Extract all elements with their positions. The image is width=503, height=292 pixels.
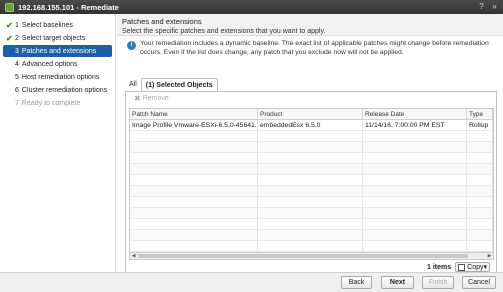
empty-row [130, 164, 493, 175]
dynamic-baseline-notice: i Your remediation includes a dynamic ba… [127, 40, 497, 57]
step-number: 5 [15, 73, 19, 81]
step-number: 3 [15, 47, 19, 55]
notice-text: Your remediation includes a dynamic base… [140, 40, 489, 56]
finish-button: Finish [422, 276, 454, 289]
grid-header: Patch Name Product Release Date Type [130, 109, 493, 120]
title-bar: 192.168.155.101 - Remediate ? » [0, 0, 503, 14]
step-label: Advanced options [21, 60, 78, 68]
scroll-right-icon[interactable]: ▶ [486, 253, 493, 259]
cancel-button[interactable]: Cancel [462, 276, 496, 289]
back-button[interactable]: Back [341, 276, 372, 289]
copy-label: Copy [467, 263, 484, 271]
remove-button[interactable]: Remove [143, 95, 169, 102]
empty-row [130, 208, 493, 219]
wizard-steps: ✔ 1 Select baselines ✔ 2 Select target o… [0, 14, 116, 272]
checkmark-icon: ✔ [6, 33, 13, 43]
step-ready-to-complete: 7 Ready to complete [3, 97, 112, 109]
step-advanced-options[interactable]: 4 Advanced options [3, 58, 112, 70]
step-label: Select target objects [21, 34, 86, 42]
content-header: Patches and extensions Select the specif… [117, 14, 503, 36]
column-header-type[interactable]: Type [467, 109, 493, 119]
checkmark-icon: ✔ [6, 20, 13, 30]
main-content: Patches and extensions Select the specif… [117, 14, 503, 276]
expand-icon[interactable]: » [490, 2, 499, 11]
patch-grid: Patch Name Product Release Date Type Ima… [129, 108, 494, 260]
window-title: 192.168.155.101 - Remediate [18, 2, 119, 12]
cell-type: Rollup [467, 120, 493, 130]
grid-toolbar: ✖ Remove [126, 92, 496, 105]
step-host-remediation-options[interactable]: 5 Host remediation options [3, 71, 112, 83]
page-title: Patches and extensions [122, 17, 202, 26]
tab-selected-objects[interactable]: (1) Selected Objects [140, 78, 218, 91]
step-label: Ready to complete [21, 99, 81, 107]
step-select-baselines[interactable]: ✔ 1 Select baselines [3, 19, 112, 31]
step-number: 6 [15, 86, 19, 94]
empty-row [130, 186, 493, 197]
step-number: 4 [15, 60, 19, 68]
copy-button[interactable]: Copy ▾ [455, 262, 490, 272]
horizontal-scrollbar[interactable]: ◀ ▶ [130, 252, 493, 259]
column-header-product[interactable]: Product [258, 109, 363, 119]
wizard-footer: Back Next Finish Cancel [0, 272, 503, 292]
chevron-down-icon: ▾ [483, 264, 487, 271]
step-select-target-objects[interactable]: ✔ 2 Select target objects [3, 32, 112, 44]
info-icon: i [127, 41, 136, 50]
step-number: 2 [15, 34, 19, 42]
empty-row [130, 175, 493, 186]
step-label: Cluster remediation options [21, 86, 108, 94]
empty-row [130, 241, 493, 252]
step-patches-and-extensions[interactable]: 3 Patches and extensions [3, 45, 112, 57]
tab-bar: All (1) Selected Objects [125, 78, 218, 91]
empty-row [130, 230, 493, 241]
step-label: Host remediation options [21, 73, 100, 81]
grid-status: 1 items Copy ▾ [427, 262, 490, 272]
help-icon[interactable]: ? [477, 2, 486, 11]
column-header-release-date[interactable]: Release Date [363, 109, 467, 119]
table-row[interactable]: Image Profile Vmware-ESXi-6.5.0-45641...… [130, 120, 493, 131]
cell-release-date: 11/14/16, 7:00:00 PM EST [363, 120, 467, 130]
scrollbar-thumb[interactable] [138, 254, 468, 258]
patch-panel: ✖ Remove Patch Name Product Release Date… [125, 91, 497, 276]
scroll-left-icon[interactable]: ◀ [130, 253, 137, 259]
column-header-patch-name[interactable]: Patch Name [130, 109, 258, 119]
window-controls: ? » [477, 2, 499, 11]
copy-icon [458, 263, 466, 271]
cell-patch-name: Image Profile Vmware-ESXi-6.5.0-45641... [132, 120, 258, 130]
app-icon [5, 2, 14, 12]
empty-row [130, 219, 493, 230]
step-number: 7 [15, 99, 19, 107]
step-label: Patches and extensions [21, 47, 97, 55]
item-count: 1 items [427, 263, 452, 271]
step-label: Select baselines [21, 21, 73, 29]
tab-all[interactable]: All [125, 78, 141, 91]
empty-row [130, 153, 493, 164]
cell-product: embeddedEsx 6.5.0 [258, 120, 363, 130]
page-subtitle: Select the specific patches and extensio… [122, 28, 326, 35]
step-cluster-remediation-options[interactable]: 6 Cluster remediation options [3, 84, 112, 96]
step-number: 1 [15, 21, 19, 29]
empty-row [130, 142, 493, 153]
next-button[interactable]: Next [381, 276, 414, 289]
empty-row [130, 131, 493, 142]
remove-icon: ✖ [134, 94, 141, 103]
empty-row [130, 197, 493, 208]
